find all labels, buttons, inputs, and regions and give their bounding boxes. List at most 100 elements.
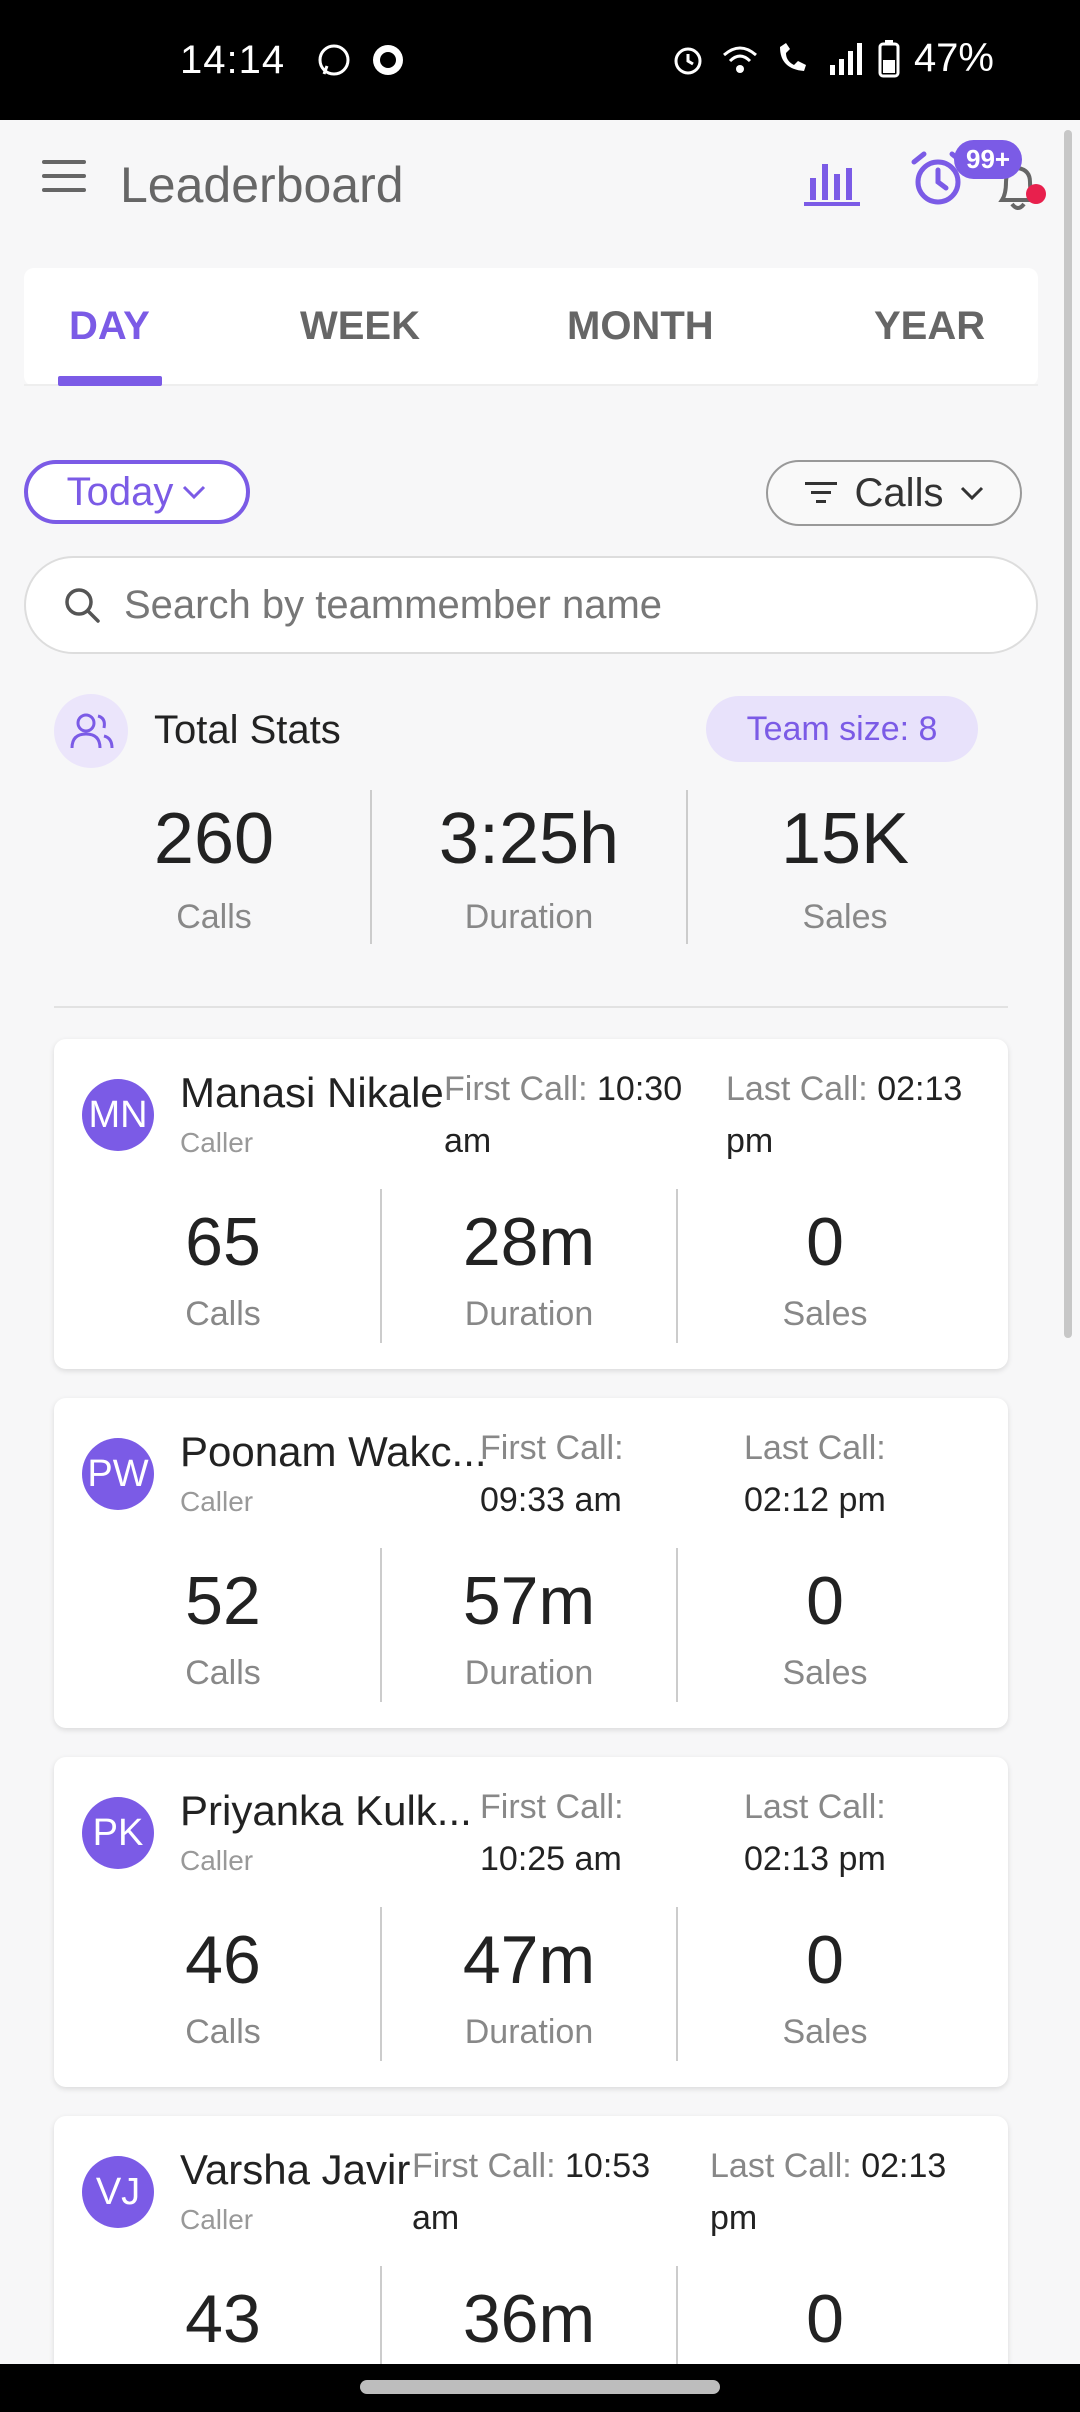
home-indicator[interactable] — [360, 2380, 720, 2394]
member-duration-value: 57m — [462, 1563, 596, 1639]
wifi-calling-icon — [779, 42, 806, 71]
member-sales: 0 Sales — [680, 1203, 970, 1334]
member-card[interactable]: PK Priyanka Kulk... Caller First Call: 1… — [54, 1757, 1008, 2087]
first-call-label: First Call: — [412, 2147, 556, 2185]
member-calls-value: 43 — [185, 2281, 261, 2357]
member-calls-label: Calls — [185, 1654, 261, 1692]
wifi-icon — [722, 46, 757, 73]
stats-divider — [380, 1189, 382, 1343]
search-icon — [65, 588, 100, 623]
member-calls: 65 Calls — [78, 1203, 368, 1334]
metric-sort-dropdown[interactable]: Calls — [766, 460, 1022, 526]
total-duration-label: Duration — [464, 898, 594, 936]
tab-week[interactable]: WEEK — [300, 304, 420, 349]
last-call-time-suffix: 02:12 pm — [744, 1481, 886, 1519]
member-sales-value: 0 — [806, 1922, 844, 1998]
app-notification-icon — [373, 45, 403, 75]
scrollbar[interactable] — [1064, 130, 1072, 1338]
chevron-down-icon — [183, 485, 206, 500]
avatar: MN — [82, 1079, 154, 1151]
member-duration-label: Duration — [464, 1295, 594, 1333]
avatar: PW — [82, 1438, 154, 1510]
total-calls: 260 Calls — [64, 798, 364, 937]
tab-year[interactable]: YEAR — [874, 304, 985, 349]
member-sales: 0 — [680, 2280, 970, 2358]
section-divider — [54, 1006, 1008, 1008]
first-call-time-suffix: am — [444, 1122, 492, 1160]
total-sales: 15K Sales — [695, 798, 995, 937]
chevron-down-icon — [961, 486, 984, 501]
last-call-label: Last Call: — [726, 1070, 868, 1108]
total-duration-value: 3:25h — [438, 799, 620, 879]
first-call-time: 10:53 — [565, 2147, 651, 2185]
member-sales-label: Sales — [782, 1654, 868, 1692]
tab-month[interactable]: MONTH — [567, 304, 714, 349]
member-calls: 46 Calls — [78, 1921, 368, 2052]
member-duration: 57m Duration — [384, 1562, 674, 1693]
total-calls-label: Calls — [176, 898, 252, 936]
last-call-time-suffix: pm — [726, 1122, 774, 1160]
page-title: Leaderboard — [120, 157, 404, 213]
period-tabs: DAY WEEK MONTH YEAR — [24, 268, 1038, 386]
last-call-info: Last Call: 02:12 pm — [744, 1422, 994, 1526]
team-icon — [54, 694, 128, 768]
member-duration-label: Duration — [464, 1654, 594, 1692]
member-card[interactable]: PW Poonam Wakc... Caller First Call: 09:… — [54, 1398, 1008, 1728]
total-stats-panel: Total Stats Team size: 8 260 Calls 3:25h… — [24, 670, 1038, 1000]
status-time: 14:14 — [180, 38, 286, 82]
battery-icon — [878, 39, 900, 77]
member-calls: 52 Calls — [78, 1562, 368, 1693]
member-sales-value: 0 — [806, 2281, 844, 2357]
tab-day[interactable]: DAY — [69, 304, 150, 349]
search-input[interactable]: Search by teammember name — [24, 556, 1038, 654]
first-call-time: 10:30 — [597, 1070, 683, 1108]
stats-divider — [676, 1189, 678, 1343]
first-call-info: First Call: 09:33 am — [480, 1422, 740, 1526]
last-call-time-suffix: 02:13 pm — [744, 1840, 886, 1878]
member-duration: 47m Duration — [384, 1921, 674, 2052]
last-call-label: Last Call: — [744, 1788, 886, 1826]
member-duration-label: Duration — [464, 2013, 594, 2051]
stats-divider — [676, 1907, 678, 2061]
member-calls: 43 — [78, 2280, 368, 2358]
first-call-time-suffix: 09:33 am — [480, 1481, 622, 1519]
last-call-info: Last Call: 02:13 pm — [710, 2140, 1000, 2244]
first-call-label: First Call: — [444, 1070, 588, 1108]
period-dropdown[interactable]: Today — [24, 460, 250, 524]
member-sales-value: 0 — [806, 1204, 844, 1280]
last-call-label: Last Call: — [744, 1429, 886, 1467]
first-call-time-suffix: 10:25 am — [480, 1840, 622, 1878]
bar-chart-icon[interactable] — [800, 150, 864, 214]
stats-divider — [686, 790, 688, 944]
last-call-label: Last Call: — [710, 2147, 852, 2185]
member-card[interactable]: MN Manasi Nikale Caller First Call: 10:3… — [54, 1039, 1008, 1369]
last-call-info: Last Call: 02:13 pm — [726, 1063, 996, 1167]
status-notification-icons — [316, 42, 406, 78]
active-tab-indicator — [58, 376, 162, 386]
battery-percent: 47% — [913, 36, 994, 80]
member-sales-label: Sales — [782, 2013, 868, 2051]
member-duration: 28m Duration — [384, 1203, 674, 1334]
member-role: Caller — [180, 1845, 254, 1876]
avatar: PK — [82, 1797, 154, 1869]
total-sales-value: 15K — [780, 799, 910, 879]
whatsapp-icon — [318, 44, 350, 76]
first-call-label: First Call: — [480, 1788, 624, 1826]
member-name: Priyanka Kulk... — [180, 1787, 472, 1834]
menu-icon[interactable] — [42, 160, 86, 196]
stats-divider — [380, 1907, 382, 2061]
member-sales: 0 Sales — [680, 1921, 970, 2052]
total-calls-value: 260 — [153, 799, 275, 879]
metric-dropdown-label: Calls — [854, 470, 944, 515]
total-duration: 3:25h Duration — [379, 798, 679, 937]
member-duration-value: 28m — [462, 1204, 596, 1280]
member-role: Caller — [180, 2204, 254, 2235]
stats-divider — [370, 790, 372, 944]
member-duration-value: 36m — [462, 2281, 596, 2357]
total-sales-label: Sales — [802, 898, 888, 936]
sort-icon — [804, 482, 837, 503]
member-role: Caller — [180, 1127, 254, 1158]
notification-count-badge: 99+ — [954, 140, 1023, 179]
period-dropdown-label: Today — [66, 469, 174, 514]
first-call-label: First Call: — [480, 1429, 624, 1467]
